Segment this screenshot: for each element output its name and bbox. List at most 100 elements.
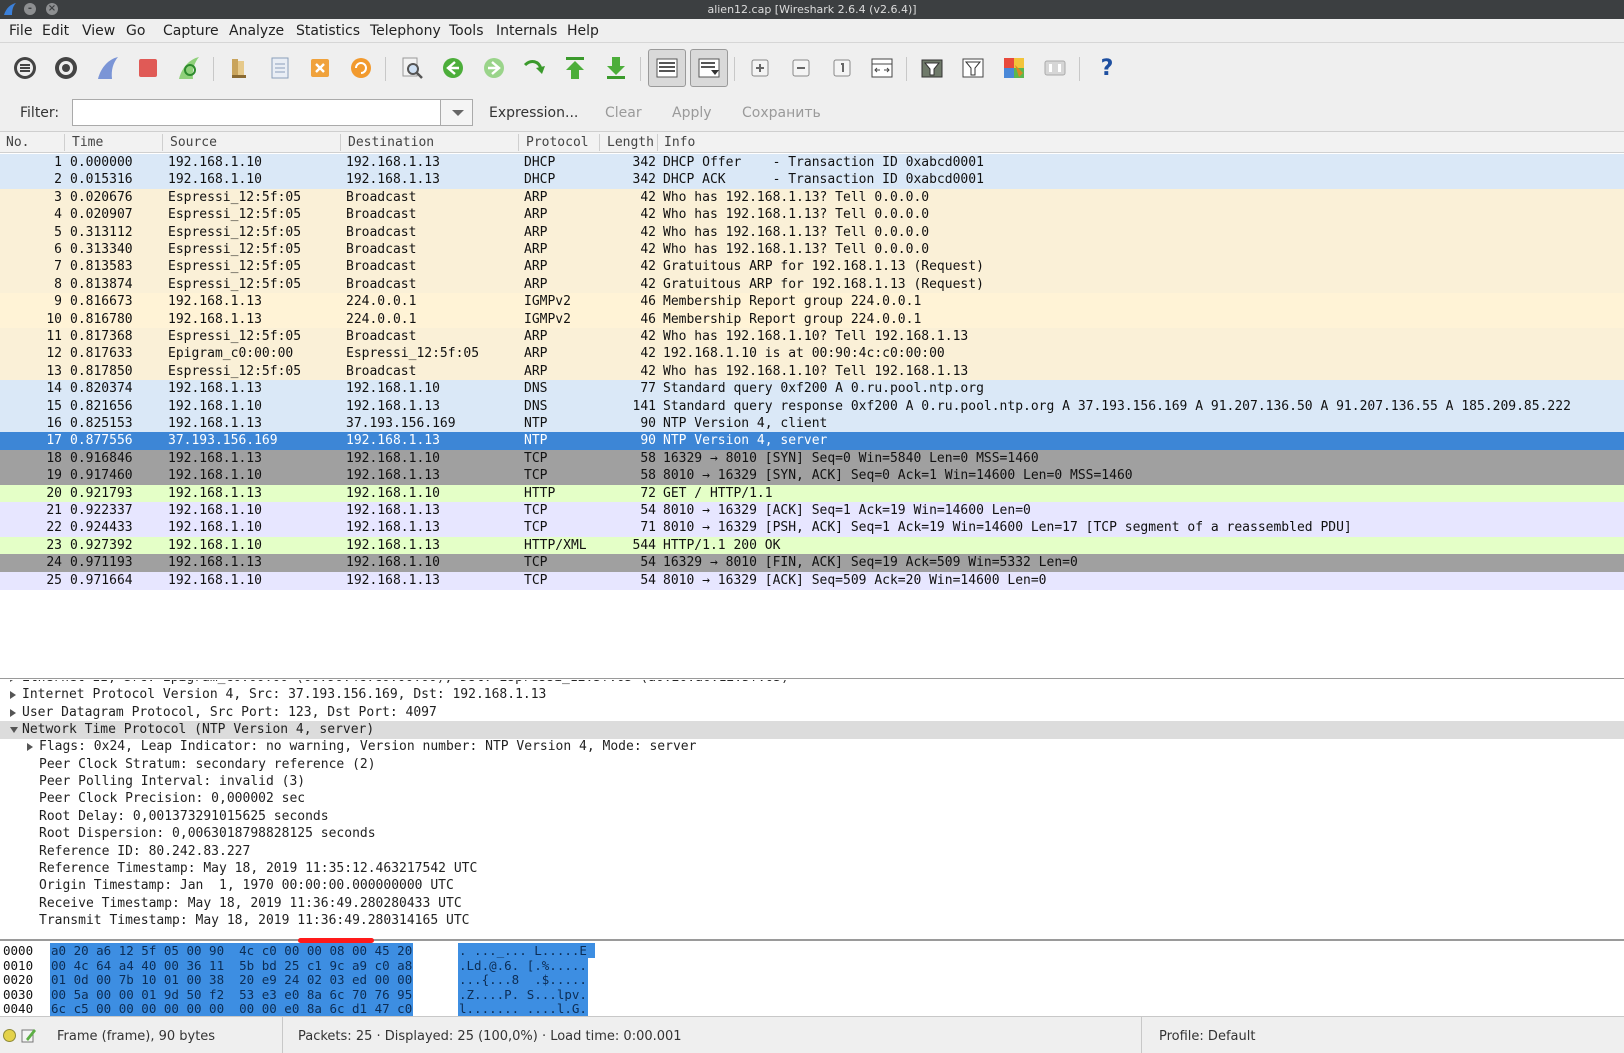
- column-divider[interactable]: [657, 134, 658, 151]
- hex-bytes[interactable]: 01 0d 00 7b 10 01 00 38 20 e9 24 02 03 e…: [50, 972, 414, 988]
- save-file-icon[interactable]: [263, 51, 297, 85]
- go-forward-icon[interactable]: [477, 51, 511, 85]
- packet-bytes-pane[interactable]: 0000 a0 20 a6 12 5f 05 00 90 4c c0 00 00 …: [0, 943, 1624, 1016]
- preferences-icon[interactable]: [1038, 51, 1072, 85]
- collapsed-arrow-icon[interactable]: [27, 743, 33, 752]
- hex-bytes[interactable]: 00 5a 00 00 01 9d 50 f2 53 e3 e0 8a 6c 7…: [50, 986, 414, 1002]
- column-divider[interactable]: [599, 134, 600, 151]
- display-filter-input[interactable]: [72, 99, 440, 126]
- expression-button[interactable]: Expression...: [489, 105, 578, 121]
- packet-row[interactable]: 21 0.922337 192.168.1.10 192.168.1.13 TCP 54 8…: [0, 502, 1624, 520]
- collapsed-arrow-icon[interactable]: [10, 680, 16, 682]
- menu-help[interactable]: Help: [567, 23, 599, 39]
- hex-ascii[interactable]: .Z....P. S...lpv.: [458, 986, 588, 1002]
- filter-history-dropdown[interactable]: [440, 99, 473, 126]
- go-back-icon[interactable]: [436, 51, 470, 85]
- start-capture-icon[interactable]: [91, 51, 125, 85]
- packet-row[interactable]: 25 0.971664 192.168.1.10 192.168.1.13 TCP 54 8…: [0, 571, 1624, 590]
- menu-go[interactable]: Go: [126, 23, 145, 39]
- detail-tree-item[interactable]: User Datagram Protocol, Src Port: 123, D…: [0, 704, 1624, 722]
- menu-tools[interactable]: Tools: [449, 23, 484, 39]
- column-divider[interactable]: [64, 134, 65, 151]
- packet-row[interactable]: 2 0.015316 192.168.1.10 192.168.1.13 DHCP 342…: [0, 171, 1624, 190]
- detail-tree-item[interactable]: Peer Clock Precision: 0,000002 sec: [0, 790, 1624, 808]
- packet-row[interactable]: 14 0.820374 192.168.1.13 192.168.1.10 DNS 77 S…: [0, 380, 1624, 399]
- packet-row[interactable]: 15 0.821656 192.168.1.10 192.168.1.13 DNS 141…: [0, 397, 1624, 416]
- detail-tree-item[interactable]: Receive Timestamp: May 18, 2019 11:36:49…: [0, 895, 1624, 913]
- packet-row[interactable]: 6 0.313340 Espressi_12:5f:05 Broadcast ARP 42…: [0, 241, 1624, 259]
- menu-analyze[interactable]: Analyze: [229, 23, 284, 39]
- menu-edit[interactable]: Edit: [42, 23, 69, 39]
- detail-tree-item[interactable]: Flags: 0x24, Leap Indicator: no warning,…: [0, 738, 1624, 756]
- find-packet-icon[interactable]: [395, 51, 429, 85]
- expert-info-indicator-icon[interactable]: [3, 1029, 16, 1042]
- menu-file[interactable]: File: [9, 23, 32, 39]
- collapsed-arrow-icon[interactable]: [10, 708, 16, 717]
- column-header-length[interactable]: Length: [607, 135, 654, 150]
- go-first-icon[interactable]: [558, 51, 592, 85]
- packet-row[interactable]: 22 0.924433 192.168.1.10 192.168.1.13 TCP 71 8…: [0, 519, 1624, 538]
- column-header-time[interactable]: Time: [72, 135, 103, 150]
- packet-row[interactable]: 1 0.000000 192.168.1.10 192.168.1.13 DHCP 342…: [0, 154, 1624, 172]
- packet-row[interactable]: 11 0.817368 Espressi_12:5f:05 Broadcast ARP 4…: [0, 328, 1624, 346]
- coloring-rules-icon[interactable]: [997, 51, 1031, 85]
- go-last-icon[interactable]: [599, 51, 633, 85]
- resize-columns-icon[interactable]: [865, 51, 899, 85]
- packet-row[interactable]: 8 0.813874 Espressi_12:5f:05 Broadcast ARP 42…: [0, 275, 1624, 294]
- colorize-list-icon[interactable]: [648, 49, 686, 87]
- hex-ascii[interactable]: . ..._... L.....E: [458, 943, 596, 958]
- hex-bytes[interactable]: 00 4c 64 a4 40 00 36 11 5b bd 25 c1 9c a…: [50, 957, 414, 973]
- column-header-no[interactable]: No.: [6, 135, 29, 150]
- clear-button[interactable]: Clear: [605, 105, 642, 121]
- packet-row[interactable]: 16 0.825153 192.168.1.13 37.193.156.169 NTP 9…: [0, 415, 1624, 433]
- column-header-protocol[interactable]: Protocol: [526, 135, 589, 150]
- normal-size-icon[interactable]: [825, 51, 859, 85]
- go-to-packet-icon[interactable]: [517, 51, 551, 85]
- hex-ascii[interactable]: .Ld.@.6. [.%.....: [458, 957, 588, 973]
- hex-ascii[interactable]: ...{...8 .$.....: [458, 972, 588, 988]
- status-profile[interactable]: Profile: Default: [1159, 1029, 1255, 1044]
- menu-telephony[interactable]: Telephony: [370, 23, 441, 39]
- packet-row[interactable]: 10 0.816780 192.168.1.13 224.0.0.1 IGMPv2 46 M…: [0, 310, 1624, 329]
- auto-scroll-icon[interactable]: [690, 49, 728, 87]
- column-divider[interactable]: [518, 134, 519, 151]
- packet-row[interactable]: 19 0.917460 192.168.1.10 192.168.1.13 TCP 58 8…: [0, 467, 1624, 486]
- hex-bytes[interactable]: 6c c5 00 00 00 00 00 00 00 00 e0 8a 6c d…: [50, 1001, 414, 1016]
- packet-row[interactable]: 17 0.877556 37.193.156.169 192.168.1.13 NTP 9…: [0, 432, 1624, 451]
- stop-capture-icon[interactable]: [131, 51, 165, 85]
- detail-tree-item[interactable]: Reference ID: 80.242.83.227: [0, 843, 1624, 861]
- packet-row[interactable]: 20 0.921793 192.168.1.13 192.168.1.10 HTTP 72…: [0, 484, 1624, 503]
- open-file-icon[interactable]: [222, 51, 256, 85]
- packet-row[interactable]: 7 0.813583 Espressi_12:5f:05 Broadcast ARP 42…: [0, 258, 1624, 277]
- packet-row[interactable]: 5 0.313112 Espressi_12:5f:05 Broadcast ARP 42…: [0, 223, 1624, 242]
- capture-options-icon[interactable]: [49, 51, 83, 85]
- column-header-destination[interactable]: Destination: [348, 135, 434, 150]
- packet-row[interactable]: 3 0.020676 Espressi_12:5f:05 Broadcast ARP 42…: [0, 188, 1624, 207]
- column-divider[interactable]: [162, 134, 163, 151]
- save-filter-button[interactable]: Сохранить: [742, 105, 821, 121]
- zoom-out-icon[interactable]: [784, 51, 818, 85]
- collapsed-arrow-icon[interactable]: [10, 691, 16, 700]
- packet-row[interactable]: 23 0.927392 192.168.1.10 192.168.1.13 HTTP/X…: [0, 536, 1624, 555]
- packet-row[interactable]: 24 0.971193 192.168.1.13 192.168.1.10 TCP 54 1…: [0, 554, 1624, 573]
- packet-details-tree[interactable]: Ethernet II, Src: Epigram_c0:00:00 (00:9…: [0, 680, 1624, 941]
- packet-row[interactable]: 4 0.020907 Espressi_12:5f:05 Broadcast ARP 42…: [0, 206, 1624, 225]
- reload-file-icon[interactable]: [344, 51, 378, 85]
- restart-capture-icon[interactable]: [172, 51, 206, 85]
- capture-comments-icon[interactable]: [20, 1027, 37, 1044]
- packet-list[interactable]: No. Time Source Destination Protocol Len…: [0, 132, 1624, 679]
- detail-tree-item[interactable]: Internet Protocol Version 4, Src: 37.193…: [0, 686, 1624, 704]
- display-filters-icon[interactable]: [956, 51, 990, 85]
- detail-tree-item[interactable]: Peer Polling Interval: invalid (3): [0, 773, 1624, 791]
- hex-bytes[interactable]: a0 20 a6 12 5f 05 00 90 4c c0 00 00 08 0…: [50, 943, 414, 958]
- detail-tree-item[interactable]: Origin Timestamp: Jan 1, 1970 00:00:00.0…: [0, 877, 1624, 895]
- packet-row[interactable]: 18 0.916846 192.168.1.13 192.168.1.10 TCP 58 1…: [0, 449, 1624, 468]
- menu-view[interactable]: View: [82, 23, 115, 39]
- detail-tree-item[interactable]: Transmit Timestamp: May 18, 2019 11:36:4…: [0, 912, 1624, 930]
- detail-tree-item[interactable]: Root Delay: 0,001373291015625 seconds: [0, 808, 1624, 826]
- menu-statistics[interactable]: Statistics: [296, 23, 360, 39]
- menu-internals[interactable]: Internals: [496, 23, 557, 39]
- column-header-info[interactable]: Info: [664, 135, 695, 150]
- zoom-in-icon[interactable]: [743, 51, 777, 85]
- packet-row[interactable]: 9 0.816673 192.168.1.13 224.0.0.1 IGMPv2 46 Me…: [0, 293, 1624, 312]
